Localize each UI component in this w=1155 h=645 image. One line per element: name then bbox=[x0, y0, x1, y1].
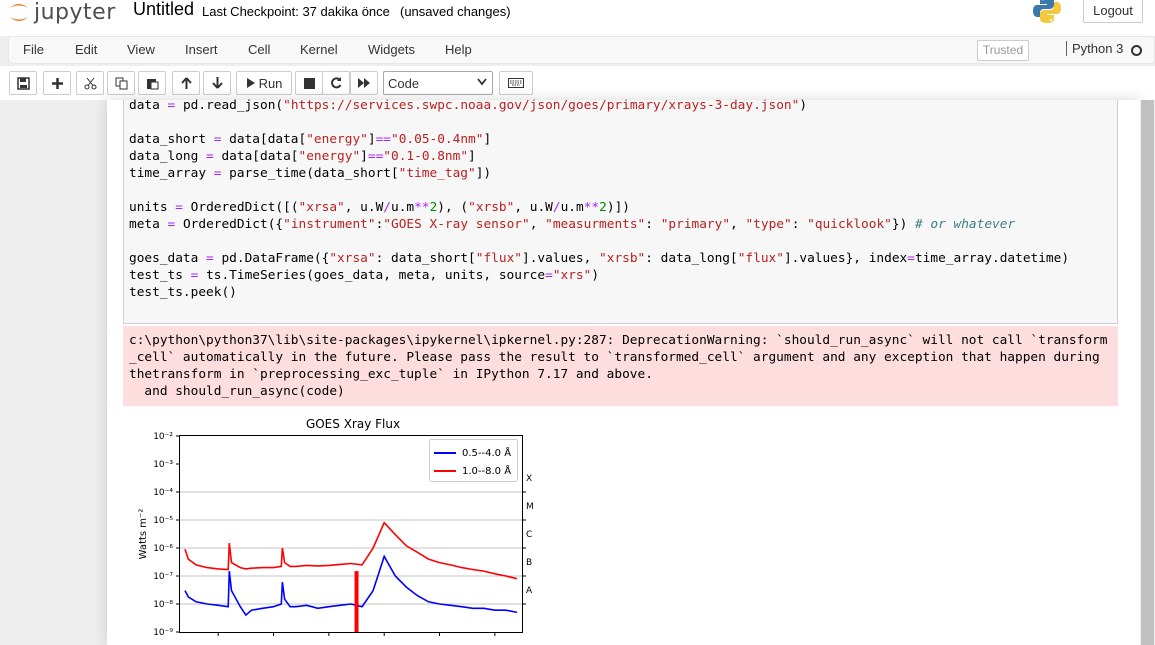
menu-kernel[interactable]: Kernel bbox=[300, 42, 338, 57]
flare-class-label: C bbox=[526, 530, 532, 540]
chart-title: GOES Xray Flux bbox=[306, 417, 400, 431]
chart-legend: 0.5--4.0 Å 1.0--8.0 Å bbox=[429, 439, 518, 482]
goes-xray-flux-chart: GOES Xray Flux 10⁻²10⁻³10⁻⁴10⁻⁵10⁻⁶10⁻⁷1… bbox=[138, 417, 534, 638]
menu-file[interactable]: File bbox=[23, 42, 44, 57]
insert-cell-button[interactable] bbox=[43, 71, 71, 95]
chart-series bbox=[184, 521, 518, 632]
code-line: data = pd.read_json("https://services.sw… bbox=[129, 98, 808, 113]
restart-icon bbox=[331, 77, 342, 89]
cut-button[interactable] bbox=[76, 71, 104, 95]
unsaved-indicator: (unsaved changes) bbox=[400, 4, 511, 19]
run-button[interactable]: Run bbox=[236, 71, 292, 95]
legend-label-long: 1.0--8.0 Å bbox=[462, 464, 511, 477]
warning-output: c:\python\python37\lib\site-packages\ipy… bbox=[123, 326, 1118, 406]
menu-edit[interactable]: Edit bbox=[75, 42, 97, 57]
move-down-button[interactable] bbox=[203, 71, 231, 95]
y-tick-label: 10⁻² bbox=[153, 432, 173, 442]
restart-button[interactable] bbox=[322, 71, 350, 95]
stop-icon bbox=[303, 77, 315, 89]
trusted-button[interactable]: Trusted bbox=[977, 40, 1029, 61]
menu-widgets[interactable]: Widgets bbox=[368, 42, 415, 57]
copy-button[interactable] bbox=[107, 71, 135, 95]
y-axis-label: Watts m⁻² bbox=[138, 509, 149, 560]
command-palette-button[interactable] bbox=[499, 71, 533, 95]
y-tick-label: 10⁻⁶ bbox=[153, 544, 173, 554]
series-line-long bbox=[184, 521, 518, 580]
warning-line: and should_run_async(code) bbox=[129, 384, 345, 399]
notebook-name[interactable]: Untitled bbox=[133, 0, 194, 20]
flare-class-label: M bbox=[526, 502, 534, 512]
save-icon bbox=[16, 76, 30, 90]
kernel-name: Python 3 bbox=[1066, 41, 1123, 56]
arrow-down-icon bbox=[211, 77, 223, 89]
code-line: data_short = data[data["energy"]=="0.05-… bbox=[129, 132, 492, 147]
interrupt-button[interactable] bbox=[295, 71, 323, 95]
flare-class-axis: X M C B A bbox=[522, 474, 534, 605]
flare-class-label: B bbox=[526, 558, 532, 568]
code-line: test_ts = ts.TimeSeries(goes_data, meta,… bbox=[129, 268, 600, 283]
arrow-up-icon bbox=[180, 77, 192, 89]
y-tick-label: 10⁻⁹ bbox=[153, 628, 173, 638]
keyboard-icon bbox=[508, 78, 524, 88]
code-line: goes_data = pd.DataFrame({"xrsa": data_s… bbox=[129, 251, 1070, 266]
menu-view[interactable]: View bbox=[127, 42, 155, 57]
paste-button[interactable] bbox=[138, 71, 166, 95]
menu-help[interactable]: Help bbox=[445, 42, 472, 57]
warning-line: _cell` automatically in the future. Plea… bbox=[129, 350, 1100, 365]
checkpoint-status: Last Checkpoint: 37 dakika önce bbox=[202, 4, 390, 19]
menubar: File Edit View Insert Cell Kernel Widget… bbox=[8, 36, 1155, 64]
menu-cell[interactable]: Cell bbox=[248, 42, 270, 57]
logout-button[interactable]: Logout bbox=[1083, 0, 1143, 23]
y-tick-label: 10⁻³ bbox=[153, 460, 173, 470]
copy-icon bbox=[115, 77, 127, 89]
y-tick-label: 10⁻⁵ bbox=[153, 516, 173, 526]
cell-type-value: Code bbox=[388, 76, 420, 91]
fast-forward-icon bbox=[357, 78, 370, 88]
code-line: data_long = data[data["energy"]=="0.1-0.… bbox=[129, 149, 476, 164]
cell-type-select[interactable]: Code bbox=[383, 71, 493, 95]
page-scrollbar-thumb[interactable] bbox=[1141, 100, 1154, 645]
y-tick-label: 10⁻⁴ bbox=[153, 488, 173, 498]
menu-insert[interactable]: Insert bbox=[185, 42, 218, 57]
legend-label-short: 0.5--4.0 Å bbox=[462, 446, 511, 459]
move-up-button[interactable] bbox=[172, 71, 200, 95]
restart-run-all-button[interactable] bbox=[350, 71, 378, 95]
jupyter-logo-text: jupyter bbox=[34, 0, 116, 25]
header: jupyter Untitled Last Checkpoint: 37 dak… bbox=[0, 0, 1155, 36]
toolbar: Run Code bbox=[0, 66, 1155, 100]
flare-class-label: X bbox=[526, 474, 532, 484]
paste-icon bbox=[146, 78, 158, 89]
code-cell-input[interactable]: data = pd.read_json("https://services.sw… bbox=[123, 98, 1118, 324]
save-button[interactable] bbox=[9, 71, 37, 95]
code-line: units = OrderedDict([("xrsa", u.W/u.m**2… bbox=[129, 200, 630, 215]
y-axis-ticks: 10⁻² 10⁻³ 10⁻⁴ 10⁻⁵ 10⁻⁶ 10⁻⁷ 10⁻⁸ 10⁻⁹ bbox=[153, 432, 180, 638]
python-logo-icon bbox=[1033, 0, 1061, 23]
y-tick-label: 10⁻⁷ bbox=[153, 572, 173, 582]
jupyter-logo[interactable]: jupyter bbox=[8, 0, 116, 27]
chevron-down-icon bbox=[477, 78, 487, 86]
run-label: Run bbox=[258, 75, 283, 91]
scissors-icon bbox=[84, 77, 96, 89]
warning-line: thetransform in `preprocessing_exc_tuple… bbox=[129, 367, 653, 382]
kernel-status-icon bbox=[1131, 45, 1142, 56]
code-line: test_ts.peek() bbox=[129, 285, 237, 300]
warning-line: c:\python\python37\lib\site-packages\ipy… bbox=[129, 333, 1108, 348]
code-line: meta = OrderedDict({"instrument":"GOES X… bbox=[129, 217, 1016, 232]
jupyter-orbit-icon bbox=[10, 4, 28, 21]
code-line: time_array = parse_time(data_short["time… bbox=[129, 166, 492, 181]
flare-class-label: A bbox=[526, 586, 533, 596]
plus-icon bbox=[51, 77, 63, 89]
run-icon bbox=[246, 78, 255, 88]
y-tick-label: 10⁻⁸ bbox=[153, 600, 173, 610]
